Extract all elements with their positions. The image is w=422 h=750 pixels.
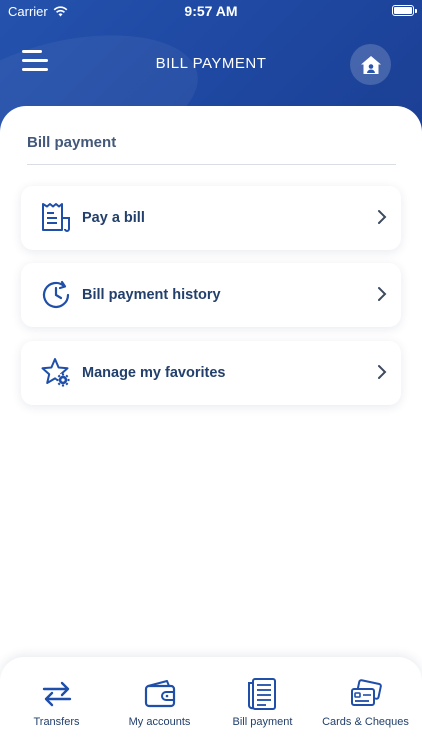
section-title: Bill payment: [27, 134, 117, 151]
home-icon: [360, 55, 381, 74]
nav-cards-cheques[interactable]: Cards & Cheques: [313, 657, 418, 750]
option-label: Pay a bill: [82, 210, 145, 226]
hamburger-menu-icon: [22, 50, 42, 53]
bill-history-option[interactable]: Bill payment history: [21, 263, 401, 327]
divider: [27, 164, 396, 165]
option-label: Bill payment history: [82, 287, 221, 303]
nav-bill-payment[interactable]: Bill payment: [210, 657, 315, 750]
chevron-right-icon: [378, 210, 387, 224]
nav-label: Cards & Cheques: [322, 716, 409, 728]
main-content: Bill payment Pay a bill Bill payment his…: [0, 106, 422, 666]
bill-icon: [42, 203, 70, 232]
home-button[interactable]: [350, 44, 391, 85]
bill-scroll-icon: [247, 678, 276, 710]
option-label: Manage my favorites: [82, 365, 226, 381]
manage-favorites-option[interactable]: Manage my favorites: [21, 341, 401, 405]
nav-transfers[interactable]: Transfers: [4, 657, 109, 750]
status-time: 9:57 AM: [184, 3, 238, 19]
pay-bill-option[interactable]: Pay a bill: [21, 186, 401, 250]
nav-label: Transfers: [33, 716, 80, 728]
star-gear-icon: [41, 358, 70, 387]
transfer-arrows-icon: [42, 681, 71, 707]
nav-label: Bill payment: [232, 716, 293, 728]
bottom-nav: Transfers My accounts Bill payment Cards…: [0, 657, 422, 750]
nav-label: My accounts: [128, 716, 191, 728]
nav-my-accounts[interactable]: My accounts: [107, 657, 212, 750]
wallet-icon: [144, 680, 175, 708]
battery-icon: [392, 5, 417, 16]
chevron-right-icon: [378, 287, 387, 301]
cards-icon: [350, 679, 382, 706]
chevron-right-icon: [378, 365, 387, 379]
history-clock-icon: [42, 280, 70, 308]
status-bar: Carrier 9:57 AM: [0, 0, 422, 24]
